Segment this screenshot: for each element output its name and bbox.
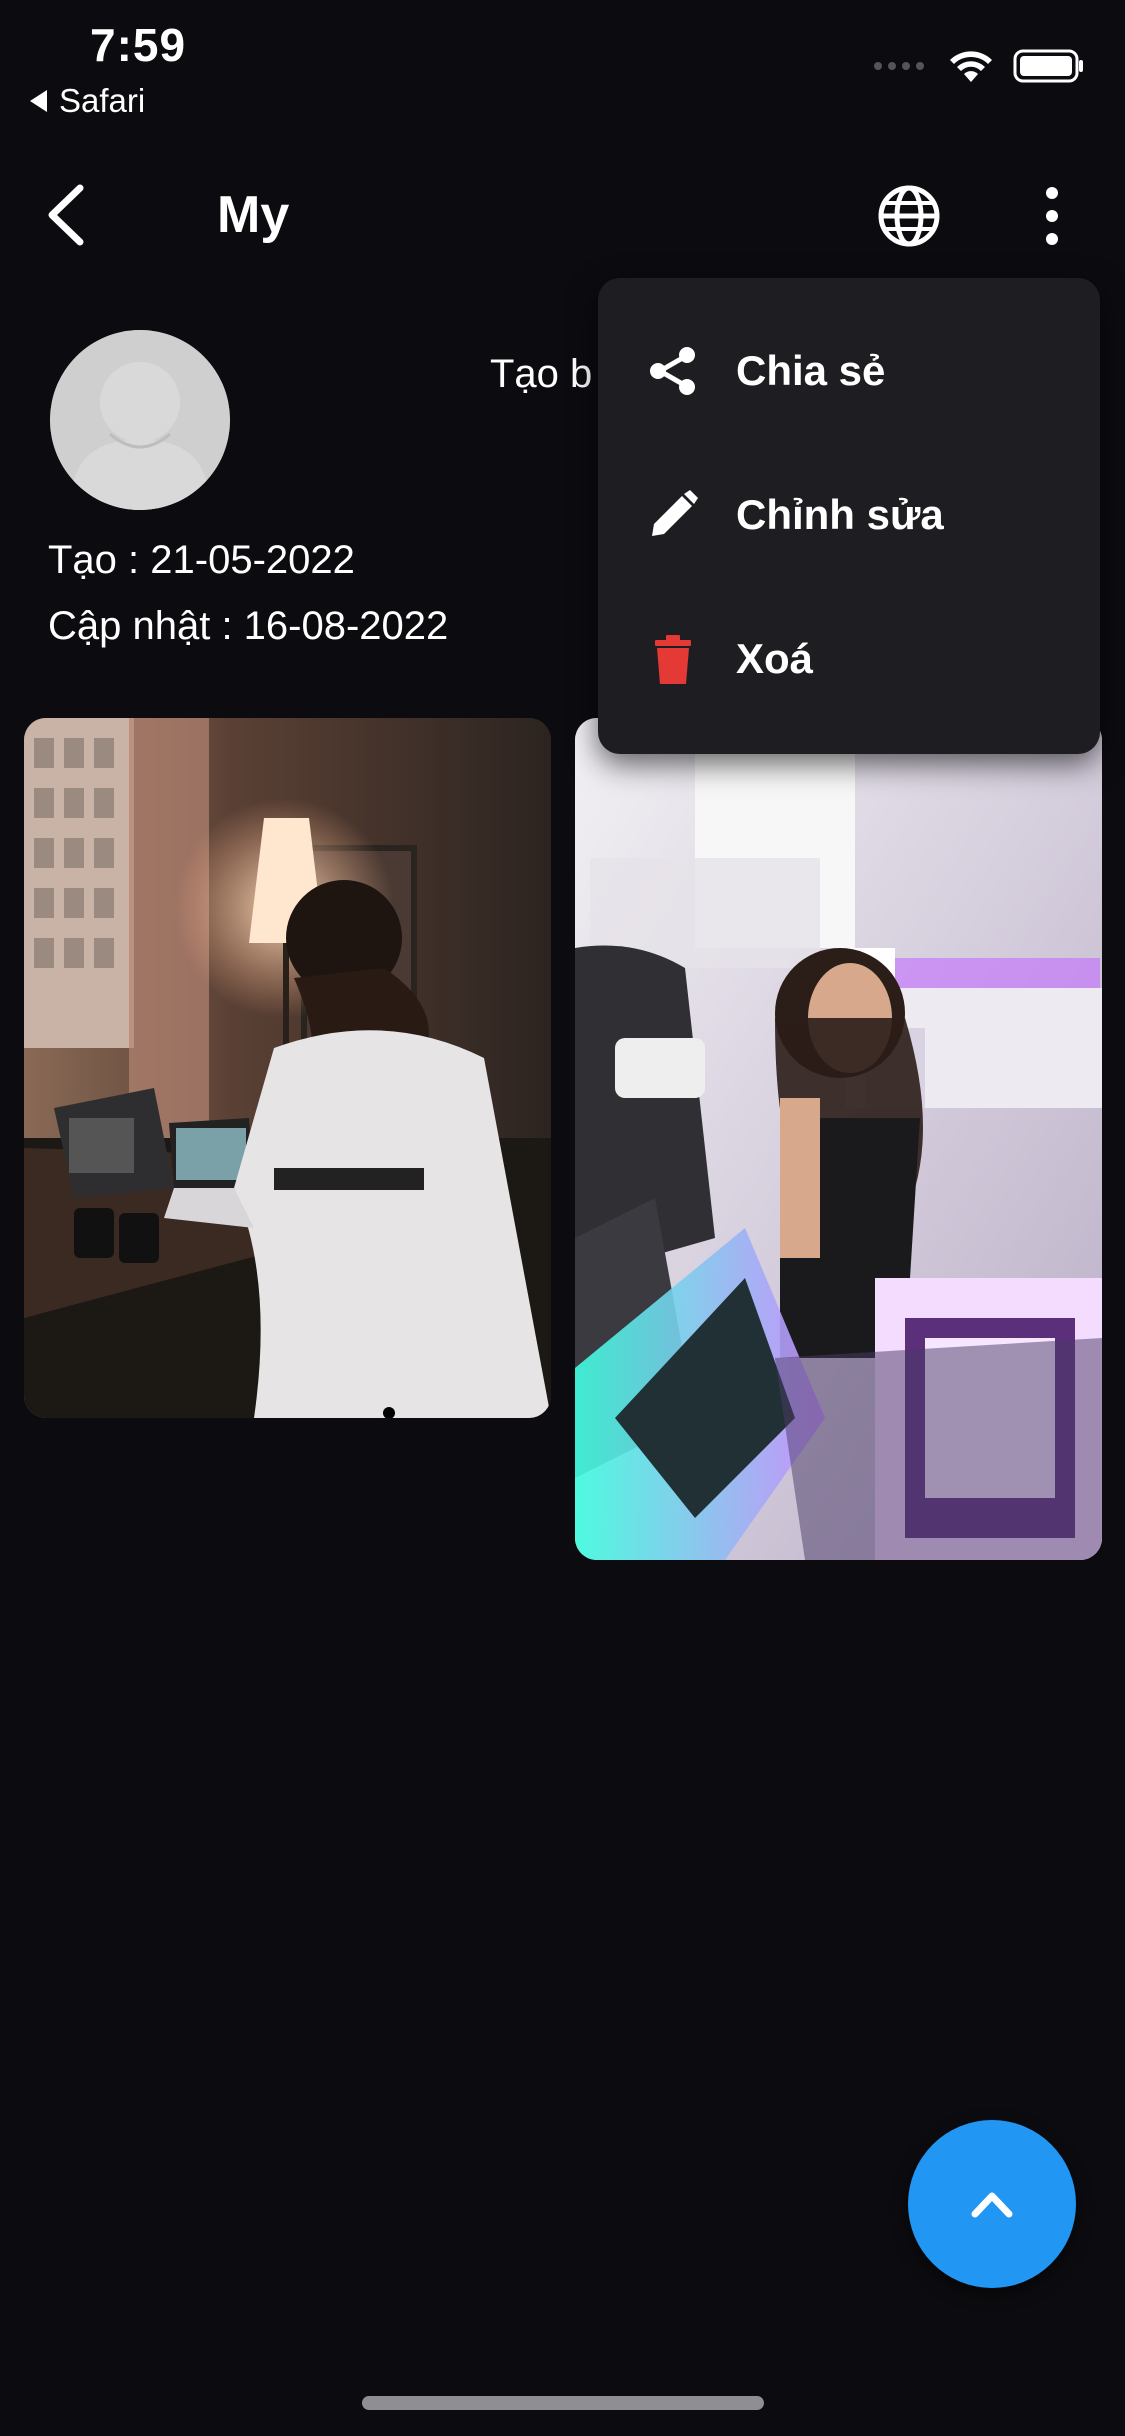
created-by-text: Tạo b [490, 352, 593, 396]
photo-card-1[interactable] [24, 718, 551, 1418]
pencil-icon [652, 490, 698, 536]
overflow-menu: Chia sẻ Chỉnh sửa Xoá [598, 278, 1100, 754]
menu-item-delete[interactable]: Xoá [598, 604, 1100, 714]
page-title: My [217, 186, 290, 244]
updated-date: Cập nhật : 16-08-2022 [48, 604, 449, 648]
back-triangle-icon [30, 90, 47, 112]
battery-icon [1013, 49, 1083, 83]
globe-icon[interactable] [876, 183, 942, 249]
status-indicators [873, 48, 1085, 84]
menu-item-delete-label: Xoá [736, 635, 814, 682]
menu-item-edit-label: Chỉnh sửa [736, 491, 944, 538]
wifi-icon [950, 51, 992, 82]
more-vertical-icon[interactable] [1030, 183, 1074, 249]
back-to-app-link[interactable]: Safari [30, 82, 145, 120]
menu-item-share[interactable]: Chia sẻ [598, 316, 1100, 426]
share-icon [650, 347, 695, 395]
back-app-label: Safari [59, 82, 146, 119]
menu-item-share-label: Chia sẻ [736, 347, 886, 394]
back-chevron-icon[interactable] [40, 180, 100, 250]
status-time: 7:59 [90, 19, 187, 71]
menu-item-edit[interactable]: Chỉnh sửa [598, 460, 1100, 570]
cellular-signal-icon [874, 62, 924, 70]
photo-man-laptop [24, 718, 551, 1418]
scroll-to-top-button[interactable] [908, 2120, 1076, 2288]
created-date: Tạo : 21-05-2022 [48, 538, 355, 582]
default-avatar-icon [50, 330, 230, 510]
avatar [50, 330, 230, 510]
trash-icon [655, 635, 691, 684]
photo-card-2[interactable] [575, 718, 1102, 1560]
chevron-up-icon [971, 2192, 1013, 2218]
photo-woman-gaming-desk [575, 718, 1102, 1560]
home-indicator[interactable] [362, 2396, 764, 2410]
